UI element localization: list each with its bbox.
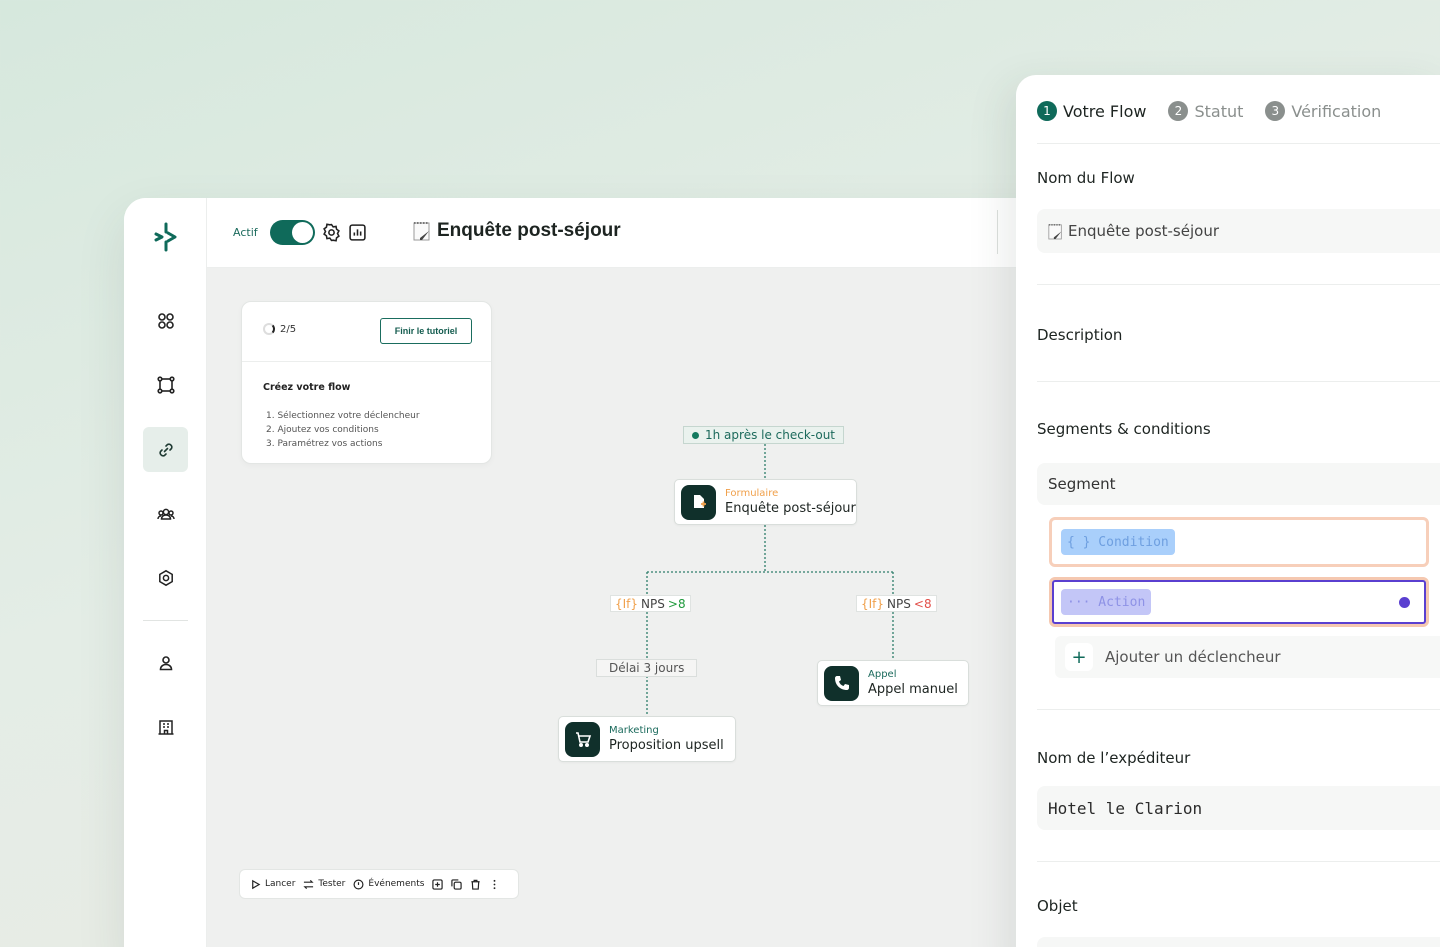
trigger-node[interactable]: 1h après le check-out — [683, 426, 845, 444]
segment-field[interactable]: Segment — [1037, 463, 1440, 505]
link-icon — [158, 442, 173, 457]
sidebar-item-profile[interactable] — [143, 640, 188, 685]
description-label: Description — [1037, 326, 1123, 344]
document-icon — [1048, 223, 1062, 239]
active-label: Actif — [233, 226, 258, 239]
step-verification[interactable]: 3 Vérification — [1265, 101, 1381, 121]
frame-icon — [156, 375, 175, 394]
more-vertical-icon — [494, 879, 496, 889]
sender-name-label: Nom de l’expéditeur — [1037, 749, 1191, 767]
segments-label: Segments & conditions — [1037, 420, 1211, 438]
app-window: Actif Enquête post-séjour 2/5 Finir le t… — [124, 198, 1084, 947]
marketing-node[interactable]: Marketing Proposition upsell — [558, 716, 736, 762]
active-toggle[interactable] — [270, 220, 315, 245]
flow-name-input[interactable]: Enquête post-séjour — [1037, 209, 1440, 253]
canvas-toolbar: Lancer Tester Événements — [239, 869, 519, 899]
topbar-divider — [997, 210, 998, 254]
tutorial-card: 2/5 Finir le tutoriel Créez votre flow 1… — [241, 301, 492, 464]
cart-icon — [565, 721, 600, 757]
sidebar-item-guests[interactable] — [143, 491, 188, 536]
sidebar-item-settings[interactable] — [143, 555, 188, 600]
action-chip[interactable]: ··· Action — [1061, 589, 1152, 615]
tutorial-step: 3. Paramétrez vos actions — [266, 439, 383, 449]
more-button[interactable] — [489, 879, 500, 890]
finish-tutorial-button[interactable]: Finir le tutoriel — [380, 318, 472, 344]
progress-spinner-icon — [263, 323, 275, 335]
logo-icon — [154, 222, 177, 252]
form-node[interactable]: Formulaire Enquête post-séjour — [674, 479, 857, 525]
delete-button[interactable] — [470, 879, 481, 890]
selected-indicator — [1399, 597, 1410, 608]
step-votre-flow[interactable]: 1 Votre Flow — [1037, 101, 1146, 121]
tutorial-step: 1. Sélectionnez votre déclencheur — [266, 411, 420, 421]
form-icon — [681, 484, 716, 520]
document-icon — [413, 222, 430, 241]
top-bar: Actif Enquête post-séjour — [207, 198, 1084, 268]
play-icon — [252, 879, 261, 889]
tutorial-title: Créez votre flow — [263, 382, 351, 393]
flow-title: Enquête post-séjour — [413, 220, 621, 242]
flow-settings-panel: 1 Votre Flow 2 Statut 3 Vérification Nom… — [1016, 75, 1440, 947]
sidebar-item-flows[interactable] — [143, 427, 188, 472]
add-box-icon — [432, 878, 444, 890]
events-button[interactable]: Événements — [353, 879, 424, 890]
sidebar-item-canvas[interactable] — [143, 362, 188, 407]
condition-row[interactable]: { } Condition — [1049, 517, 1429, 567]
stepper: 1 Votre Flow 2 Statut 3 Vérification — [1037, 101, 1381, 121]
sender-name-input[interactable]: Hotel le Clarion — [1037, 786, 1440, 830]
phone-icon — [824, 665, 859, 701]
condition-chip[interactable]: { } Condition — [1061, 529, 1175, 555]
clock-icon — [353, 879, 364, 889]
copy-icon — [451, 878, 463, 890]
call-node[interactable]: Appel Appel manuel — [817, 660, 969, 706]
delay-node[interactable]: Délai 3 jours — [596, 659, 698, 677]
settings-icon[interactable] — [322, 223, 341, 242]
tutorial-steps: 1. Sélectionnez votre déclencheur 2. Ajo… — [266, 409, 420, 451]
analytics-icon[interactable] — [348, 223, 367, 242]
flow-name-label: Nom du Flow — [1037, 169, 1135, 187]
subject-label: Objet — [1037, 897, 1078, 915]
grid-icon — [157, 312, 174, 329]
tutorial-progress: 2/5 — [263, 323, 296, 335]
sidebar — [124, 198, 207, 947]
status-dot — [692, 431, 699, 439]
sidebar-divider — [143, 620, 188, 621]
users-icon — [156, 508, 175, 520]
plus-icon: + — [1065, 643, 1093, 671]
flow-canvas[interactable]: 2/5 Finir le tutoriel Créez votre flow 1… — [207, 268, 1084, 947]
subject-input[interactable] — [1037, 937, 1440, 947]
condition-nps-low[interactable]: {If} NPS <8 — [856, 595, 937, 612]
sidebar-item-dashboard[interactable] — [143, 298, 188, 343]
user-icon — [159, 655, 172, 670]
condition-nps-high[interactable]: {If} NPS >8 — [610, 595, 691, 612]
action-row[interactable]: ··· Action — [1049, 577, 1429, 627]
tutorial-step: 2. Ajoutez vos conditions — [266, 425, 379, 435]
trash-icon — [471, 879, 481, 890]
add-trigger-button[interactable]: + Ajouter un déclencheur — [1055, 636, 1440, 678]
add-node-button[interactable] — [432, 878, 444, 890]
settings-icon — [158, 569, 173, 586]
test-button[interactable]: Tester — [303, 879, 345, 890]
building-icon — [158, 719, 173, 735]
duplicate-button[interactable] — [451, 878, 463, 890]
step-statut[interactable]: 2 Statut — [1168, 101, 1243, 121]
switch-icon — [303, 879, 315, 889]
sidebar-item-hotel[interactable] — [143, 704, 188, 749]
launch-button[interactable]: Lancer — [250, 879, 295, 890]
